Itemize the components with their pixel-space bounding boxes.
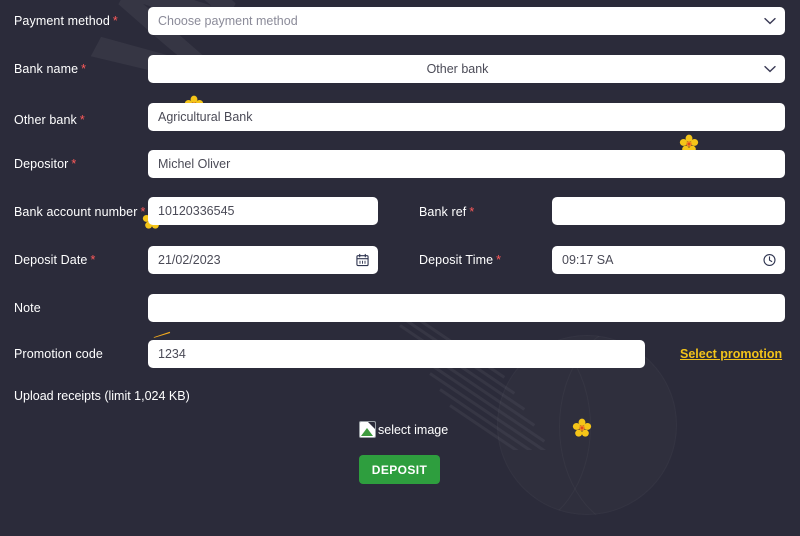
chevron-down-icon (764, 17, 776, 25)
required-marker: * (90, 253, 96, 267)
other-bank-input[interactable]: Agricultural Bank (148, 103, 785, 131)
label-bank-ref: Bank ref * (419, 205, 475, 219)
clock-icon[interactable] (763, 253, 776, 267)
payment-method-select[interactable]: Choose payment method (148, 7, 785, 35)
required-marker: * (79, 113, 85, 127)
label-payment-method: Payment method * (14, 14, 118, 28)
select-promotion-link[interactable]: Select promotion (680, 347, 782, 361)
deposit-time-input[interactable]: 09:17 SA (552, 246, 785, 274)
note-input[interactable] (148, 294, 785, 322)
required-marker: * (140, 205, 146, 219)
required-marker: * (112, 14, 118, 28)
label-bank-name: Bank name * (14, 62, 87, 76)
deposit-date-input[interactable]: 21/02/2023 (148, 246, 378, 274)
bank-ref-input[interactable] (552, 197, 785, 225)
label-deposit-date: Deposit Date * (14, 253, 96, 267)
broken-image-icon (359, 421, 376, 438)
label-promotion-code: Promotion code (14, 347, 103, 361)
required-marker: * (496, 253, 502, 267)
calendar-icon[interactable] (356, 253, 369, 267)
select-image-alt-text: select image (378, 422, 449, 437)
deposit-form: Payment method * Choose payment method Ba… (0, 0, 800, 536)
depositor-input[interactable]: Michel Oliver (148, 150, 785, 178)
required-marker: * (469, 205, 475, 219)
required-marker: * (81, 62, 87, 76)
label-bank-account-number: Bank account number * (14, 205, 146, 219)
required-marker: * (71, 157, 77, 171)
deposit-button[interactable]: DEPOSIT (359, 455, 440, 484)
chevron-down-icon (764, 65, 776, 73)
label-depositor: Depositor * (14, 157, 77, 171)
select-image-upload[interactable]: select image (359, 421, 448, 438)
label-other-bank: Other bank * (14, 113, 85, 127)
label-note: Note (14, 301, 41, 315)
upload-receipts-label: Upload receipts (limit 1,024 KB) (14, 389, 190, 403)
label-deposit-time: Deposit Time * (419, 253, 502, 267)
promotion-code-input[interactable]: 1234 (148, 340, 645, 368)
bank-name-select[interactable]: Other bank (148, 55, 785, 83)
bank-account-number-input[interactable]: 10120336545 (148, 197, 378, 225)
